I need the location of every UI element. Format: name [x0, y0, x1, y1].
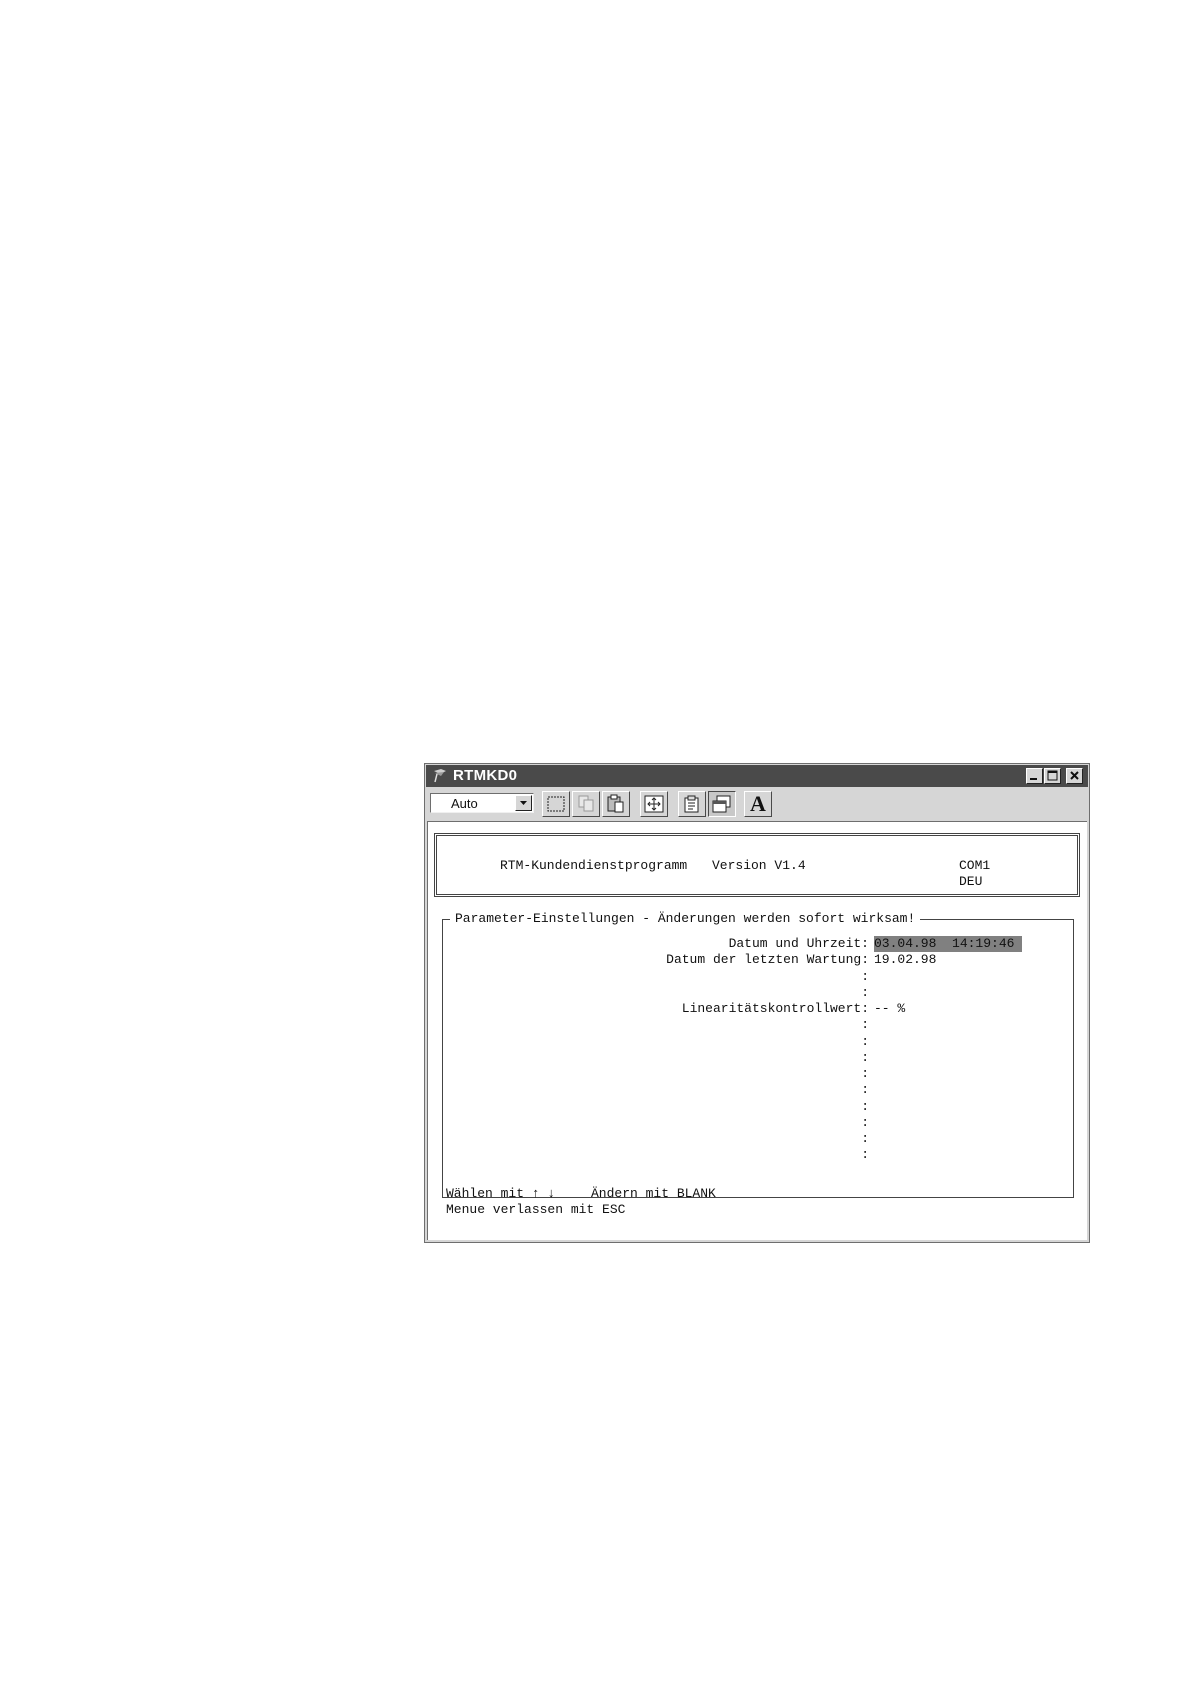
copy-button[interactable]	[572, 791, 600, 817]
parameter-label: :	[861, 1034, 869, 1049]
copy-icon	[578, 795, 594, 812]
font-size-select[interactable]: Auto	[430, 793, 534, 813]
close-icon	[1070, 771, 1079, 780]
background-button[interactable]	[708, 791, 736, 817]
minimize-icon	[1030, 778, 1037, 780]
parameter-value-selected[interactable]: 03.04.98 14:19:46	[874, 936, 1023, 952]
parameter-label: :	[861, 1066, 869, 1081]
title-bar[interactable]: RTMKD0	[426, 765, 1088, 787]
port-label: COM1	[959, 858, 991, 873]
parameter-label: Linearitätskontrollwert:	[681, 1001, 869, 1016]
footer-select-hint: Wählen mit ↑ ↓	[446, 1186, 556, 1201]
properties-button[interactable]	[678, 791, 706, 817]
console-window: RTMKD0 Auto A RTM-Kundendienstprogramm V…	[424, 763, 1090, 1243]
minimize-button[interactable]	[1026, 768, 1043, 784]
parameter-label: Datum der letzten Wartung:	[666, 952, 869, 967]
parameter-value[interactable]: 19.02.98	[874, 952, 936, 968]
app-icon	[434, 769, 446, 783]
properties-icon	[684, 795, 699, 813]
font-icon: A	[750, 791, 766, 816]
font-size-value: Auto	[451, 796, 478, 811]
fullscreen-button[interactable]	[640, 791, 668, 817]
parameter-label: :	[861, 1017, 869, 1032]
parameter-label: :	[861, 1050, 869, 1065]
parameter-label: Datum und Uhrzeit:	[728, 936, 869, 951]
paste-icon	[607, 794, 624, 813]
parameter-label: :	[861, 1147, 869, 1162]
paste-button[interactable]	[602, 791, 630, 817]
parameter-value[interactable]: -- %	[874, 1001, 905, 1017]
fullscreen-icon	[644, 795, 664, 813]
parameter-label: :	[861, 1115, 869, 1130]
close-button[interactable]	[1066, 768, 1083, 784]
program-name: RTM-Kundendienstprogramm	[500, 858, 688, 873]
font-button[interactable]: A	[744, 791, 772, 817]
mark-icon	[547, 796, 565, 812]
program-version: Version V1.4	[712, 858, 806, 873]
panel-title: Parameter-Einstellungen - Änderungen wer…	[450, 911, 921, 927]
footer-exit-hint: Menue verlassen mit ESC	[446, 1202, 626, 1217]
parameter-label: :	[861, 969, 869, 984]
window-title: RTMKD0	[453, 767, 518, 784]
dropdown-button[interactable]	[515, 795, 532, 811]
footer-change-hint: Ändern mit BLANK	[591, 1186, 716, 1201]
parameter-label: :	[861, 1131, 869, 1146]
mark-button[interactable]	[542, 791, 570, 817]
chevron-down-icon	[520, 801, 527, 805]
background-icon	[712, 795, 731, 813]
maximize-icon	[1047, 770, 1058, 781]
parameter-label: :	[861, 1099, 869, 1114]
toolbar: Auto A	[426, 788, 1088, 820]
language-label: DEU	[959, 874, 983, 889]
console-area[interactable]: RTM-Kundendienstprogramm Version V1.4 CO…	[427, 821, 1087, 1240]
parameter-label: :	[861, 1082, 869, 1097]
maximize-button[interactable]	[1044, 768, 1061, 784]
parameter-label: :	[861, 985, 869, 1000]
